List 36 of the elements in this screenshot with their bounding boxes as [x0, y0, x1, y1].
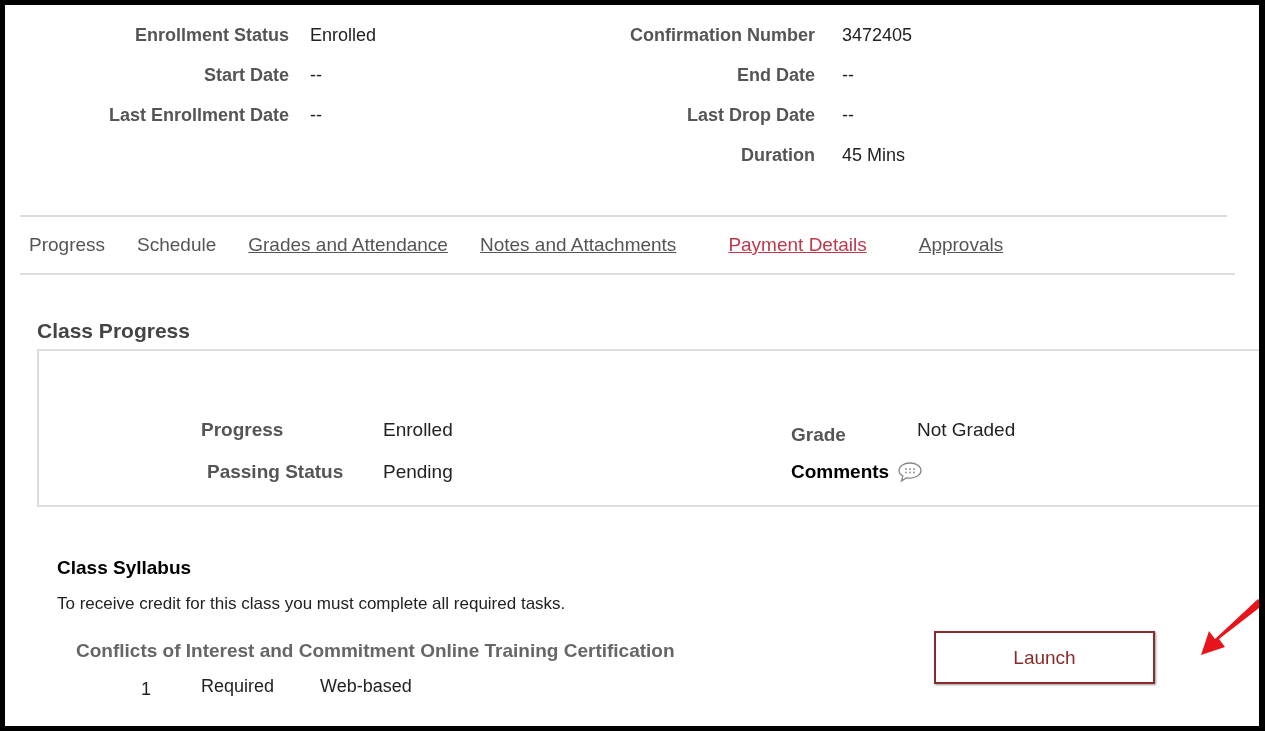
- field-value: --: [310, 105, 323, 126]
- field-label: Grade: [791, 423, 847, 446]
- tab[interactable]: Grades and Attendance: [248, 234, 448, 256]
- field-label: Last Drop Date: [685, 105, 816, 126]
- field-value: --: [842, 65, 855, 86]
- field-label: Passing Status: [206, 461, 345, 483]
- field-value: Pending: [383, 461, 454, 483]
- field-value: Not Graded: [917, 419, 1017, 441]
- instructions-text: To receive credit for this class you must complete all required tasks.: [57, 594, 567, 614]
- task-title: Conflicts of Interest and Commitment Online Training Certification: [76, 640, 676, 662]
- tab[interactable]: Notes and Attachments: [479, 234, 677, 256]
- field-value: --: [842, 105, 855, 126]
- field-label: Confirmation Number: [629, 25, 816, 46]
- field-value: Enrolled: [310, 25, 378, 46]
- field-label: Duration: [740, 145, 816, 166]
- field-label: Last Enrollment Date: [107, 105, 290, 126]
- task-requirement: Required: [201, 676, 276, 698]
- section-title: Class Syllabus: [57, 557, 193, 579]
- field-value: 45 Mins: [842, 145, 907, 166]
- tab[interactable]: Schedule: [137, 234, 217, 256]
- field-label: Enrollment Status: [133, 25, 290, 46]
- comment-icon[interactable]: [897, 461, 924, 483]
- field-label: End Date: [736, 65, 816, 86]
- comments-label: Comments: [791, 461, 890, 483]
- field-label: Start Date: [202, 65, 290, 86]
- field-value: Enrolled: [383, 419, 454, 441]
- launch-button[interactable]: Launch: [934, 631, 1155, 684]
- tab[interactable]: Payment Details: [728, 234, 867, 256]
- field-value: --: [310, 65, 323, 86]
- section-title: Class Progress: [37, 319, 191, 343]
- task-delivery: Web-based: [320, 676, 412, 698]
- field-label: Progress: [201, 419, 285, 441]
- field-value: 3472405: [842, 25, 914, 46]
- tab[interactable]: Progress: [29, 234, 106, 256]
- task-number: 1: [140, 678, 152, 700]
- tab[interactable]: Approvals: [918, 234, 1004, 256]
